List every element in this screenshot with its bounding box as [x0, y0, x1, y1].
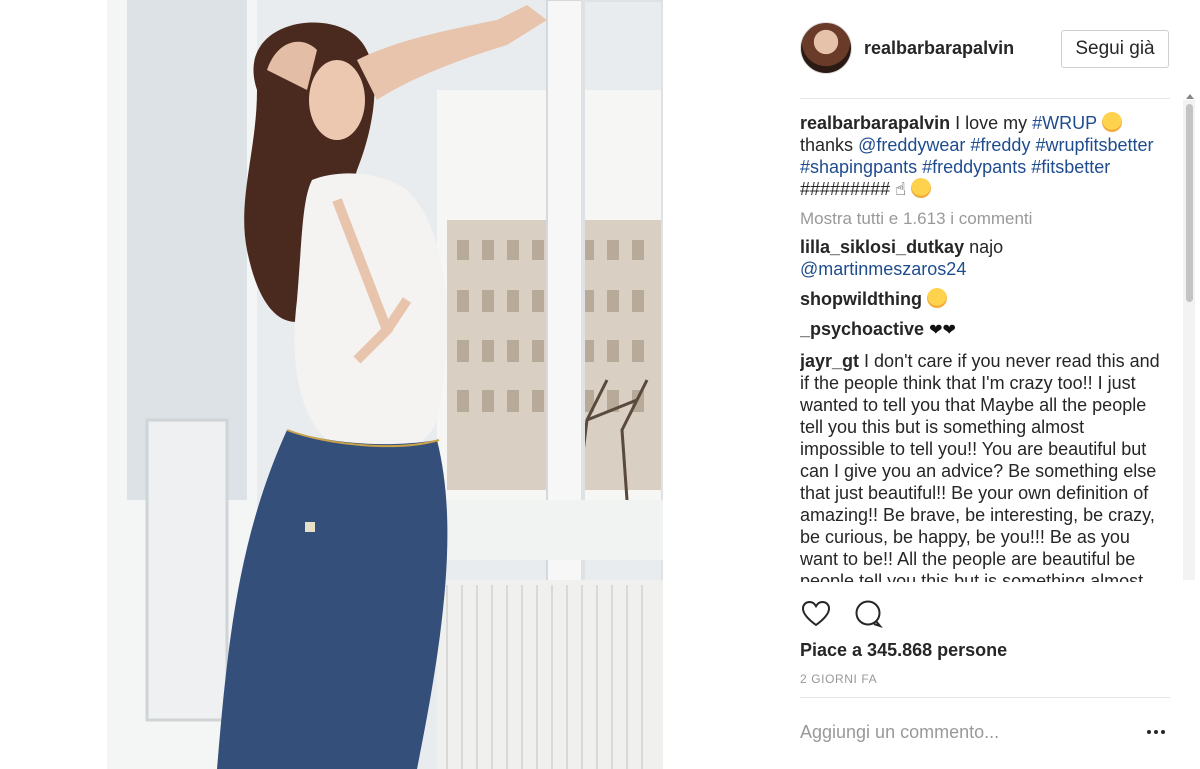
comment-username[interactable]: _psychoactive	[800, 319, 924, 339]
view-all-comments-link[interactable]: Mostra tutti e 1.613 i commenti	[800, 208, 1170, 230]
comment-text: I don't care if you never read this and …	[800, 351, 1160, 582]
comment-item: _psychoactive ❤❤	[800, 318, 1170, 342]
comments-list: realbarbarapalvin I love my #WRUP thanks…	[800, 112, 1170, 582]
hashtag-link[interactable]: #freddypants	[922, 157, 1026, 177]
mention-link[interactable]: @freddywear	[858, 135, 965, 155]
avatar[interactable]	[800, 22, 852, 74]
add-comment-input[interactable]	[800, 716, 1140, 748]
comment-item: jayr_gt I don't care if you never read t…	[800, 350, 1170, 582]
likes-count[interactable]: Piace a 345.868 persone	[800, 640, 1007, 661]
comment-text: ❤❤	[929, 322, 956, 339]
comment-bubble-icon[interactable]	[852, 598, 884, 630]
divider	[800, 98, 1170, 99]
post-actions	[800, 598, 1170, 632]
comment-text: najo	[969, 237, 1004, 257]
comment-item: lilla_siklosi_dutkay najo @martinmeszaro…	[800, 236, 1170, 280]
caption-username[interactable]: realbarbarapalvin	[800, 113, 950, 133]
follow-button[interactable]: Segui già	[1061, 30, 1169, 68]
post-header: realbarbarapalvin Segui già	[800, 22, 1170, 78]
grin-emoji-icon	[911, 178, 932, 198]
hashtag-link[interactable]: #WRUP	[1032, 113, 1097, 133]
hashtag-link[interactable]: #wrupfitsbetter	[1035, 135, 1153, 155]
heart-outline-icon[interactable]	[800, 598, 832, 630]
comments-scrollbar[interactable]	[1183, 94, 1195, 580]
post-timestamp: 2 GIORNI FA	[800, 672, 878, 686]
post-panel: realbarbarapalvin Segui già realbarbarap…	[663, 0, 1200, 769]
post-photo	[107, 0, 663, 769]
hashtag-link[interactable]: #freddy	[970, 135, 1030, 155]
heart-eyes-emoji-icon	[927, 288, 947, 308]
hashtag-link[interactable]: #shapingpants	[800, 157, 917, 177]
comment-username[interactable]: lilla_siklosi_dutkay	[800, 237, 964, 257]
scrollbar-thumb[interactable]	[1186, 104, 1193, 302]
smile-emoji-icon	[1101, 112, 1122, 132]
more-options-icon[interactable]	[1147, 722, 1171, 742]
caption-text: #########	[800, 179, 891, 199]
scroll-up-arrow-icon[interactable]	[1186, 94, 1194, 99]
comment-username[interactable]: jayr_gt	[800, 351, 859, 371]
header-username[interactable]: realbarbarapalvin	[864, 38, 1014, 59]
caption-text: I love my	[955, 113, 1028, 133]
divider	[800, 697, 1170, 698]
caption-text: thanks	[800, 135, 854, 155]
photo-illustration	[107, 0, 663, 769]
hashtag-link[interactable]: #fitsbetter	[1031, 157, 1110, 177]
caption: realbarbarapalvin I love my #WRUP thanks…	[800, 112, 1170, 200]
comment-item: shopwildthing	[800, 288, 1170, 310]
mention-link[interactable]: @martinmeszaros24	[800, 259, 966, 279]
comment-username[interactable]: shopwildthing	[800, 289, 922, 309]
pointing-up-emoji-icon: ☝	[895, 179, 907, 199]
